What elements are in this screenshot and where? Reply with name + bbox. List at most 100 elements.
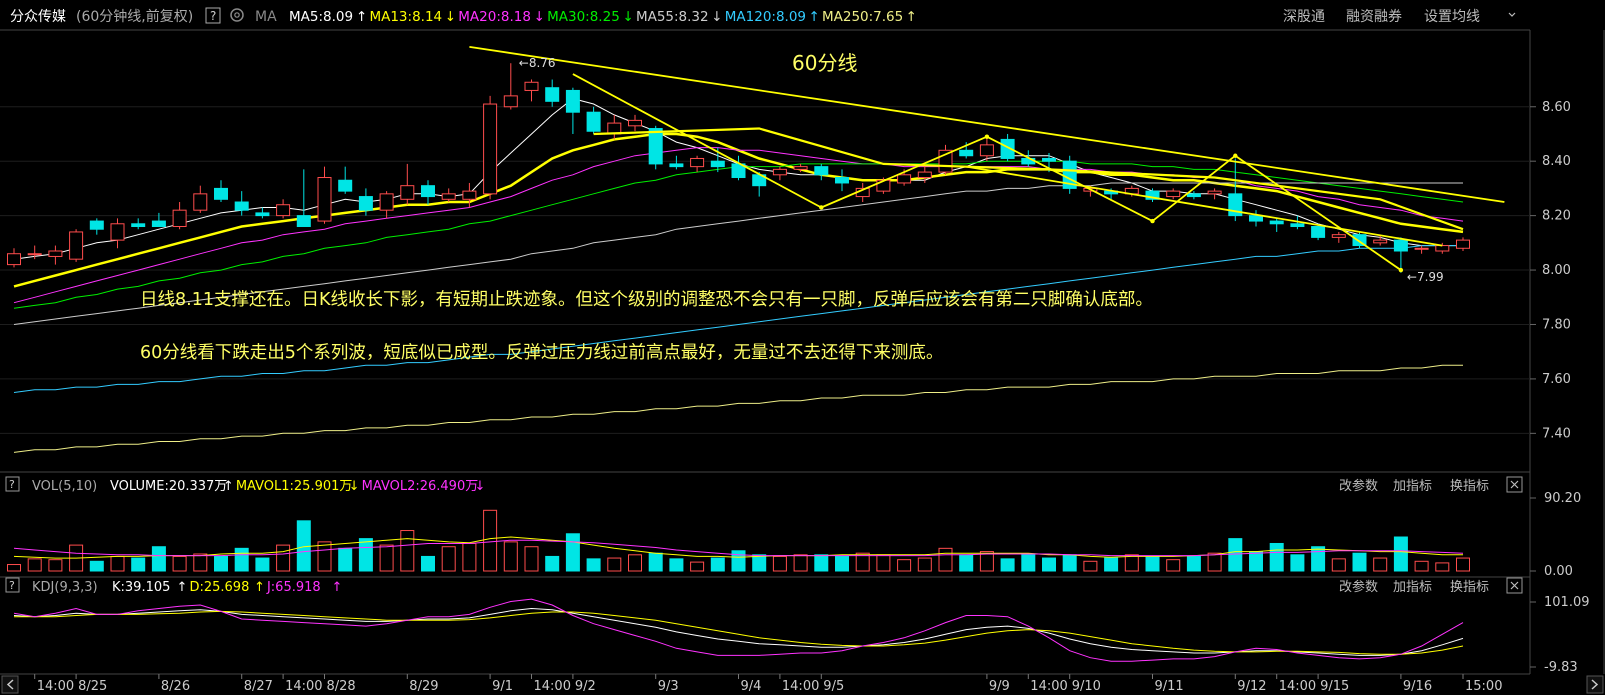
volume-bar-down — [1352, 552, 1367, 572]
volume-bar-down — [835, 555, 849, 572]
volume-bar-up — [110, 555, 125, 572]
candle-up — [110, 223, 125, 241]
stock-name[interactable]: 分众传媒 — [10, 9, 66, 25]
ma-label[interactable]: MA — [255, 9, 277, 25]
volume-bar-down — [710, 557, 725, 572]
volume-bar-down — [545, 555, 560, 572]
scroll-right-button[interactable] — [1586, 675, 1604, 694]
candle-up — [27, 253, 42, 256]
volume-bar-down — [234, 547, 249, 572]
volume-bar-down — [1145, 555, 1160, 572]
volume-bar-down — [648, 552, 663, 572]
candle-up — [276, 204, 291, 217]
volume-bar-up — [483, 509, 498, 572]
price-tick-label: 8.60 — [1542, 100, 1571, 115]
time-tick-label: 9/11 — [1155, 679, 1184, 694]
volume-bar-down — [1104, 557, 1119, 572]
indicator-arrow: ↓ — [475, 479, 486, 494]
kdj-change-params-button[interactable]: 改参数 — [1339, 579, 1378, 595]
candle-up — [379, 193, 394, 211]
period-info: (60分钟线,前复权) — [76, 8, 193, 25]
time-tick-label: 8/29 — [409, 679, 438, 694]
volume-bar-down — [731, 550, 746, 572]
indicator-value: MA13:8.14 — [369, 9, 442, 25]
volume-bar-down — [131, 557, 146, 572]
volume-bar-down — [814, 554, 829, 572]
volume-bar-down — [1042, 557, 1056, 572]
candle-up — [628, 119, 642, 127]
candle-up — [400, 185, 415, 200]
volume-bar-up — [1435, 562, 1450, 572]
help-icon-glyph: ? — [210, 9, 216, 23]
indicator-value: K:39.105 — [112, 580, 170, 595]
indicator-arrow: ↓ — [622, 9, 633, 25]
candle-down — [648, 128, 663, 165]
indicator-value: J:65.918 — [266, 580, 321, 595]
candle-up — [193, 193, 208, 211]
candle-up — [1414, 247, 1429, 250]
volume-bar-up — [772, 555, 787, 572]
candle-down — [1269, 220, 1284, 225]
indicator-value: MAVOL1:25.901万 — [236, 479, 353, 494]
link-ma-settings[interactable]: 设置均线 — [1424, 9, 1480, 25]
volume-bar-down — [214, 555, 228, 572]
time-tick-label: 14:00 — [782, 679, 819, 694]
candle-up — [1166, 190, 1181, 198]
volume-bar-up — [379, 544, 394, 572]
indicator-value: MA120:8.09 — [725, 9, 806, 25]
link-szt[interactable]: 深股通 — [1283, 9, 1325, 25]
high-price-mark: ←8.76 — [519, 56, 556, 70]
candle-up — [441, 193, 456, 200]
candle-down — [1042, 157, 1056, 162]
time-tick-label: 9/2 — [575, 679, 596, 694]
candle-up — [772, 168, 787, 176]
time-tick-label: 8/26 — [161, 679, 190, 694]
volume-bar-up — [1414, 560, 1429, 572]
vol-change-params-button[interactable]: 改参数 — [1339, 478, 1378, 494]
vol-tick-label: 0.00 — [1544, 564, 1573, 579]
kdj-add-indicator-button[interactable]: 加指标 — [1393, 580, 1432, 595]
price-tick-label: 7.60 — [1542, 372, 1571, 387]
time-tick-label: 9/12 — [1237, 679, 1266, 694]
candle-down — [89, 220, 104, 230]
volume-bar-up — [938, 547, 953, 572]
candle-up — [1435, 245, 1450, 252]
link-margin[interactable]: 融资融券 — [1346, 9, 1402, 25]
candle-down — [669, 163, 684, 168]
candle-down — [255, 212, 270, 217]
volume-bar-up — [1207, 552, 1222, 572]
scroll-left-button[interactable] — [1, 675, 19, 694]
indicator-value: MA55:8.32 — [636, 9, 709, 25]
volume-bar-up — [276, 544, 291, 572]
candle-up — [979, 144, 994, 157]
indicator-arrow: ↓ — [534, 9, 545, 25]
volume-bar-up — [1373, 557, 1388, 572]
price-tick-label: 8.20 — [1542, 209, 1571, 224]
volume-bar-up — [1124, 554, 1139, 572]
candle-up — [69, 231, 84, 260]
candle-down — [565, 89, 580, 113]
vol-indicator-name[interactable]: VOL(5,10) — [32, 479, 97, 494]
kdj-indicator-name[interactable]: KDJ(9,3,3) — [32, 580, 98, 595]
volume-bar-up — [1331, 558, 1346, 572]
vol-help-glyph: ? — [9, 478, 15, 491]
kdj-switch-indicator-button[interactable]: 换指标 — [1450, 580, 1489, 595]
time-tick-label: 14:00 — [37, 679, 74, 694]
time-tick-label: 8/25 — [78, 679, 107, 694]
volume-bar-up — [172, 555, 187, 572]
kdj-help-glyph: ? — [9, 579, 15, 592]
time-tick-label: 14:00 — [1030, 679, 1067, 694]
candle-down — [421, 185, 435, 198]
volume-bar-up — [400, 530, 415, 572]
volume-bar-up — [1083, 560, 1098, 572]
candle-down — [1290, 223, 1305, 228]
volume-bar-up — [503, 541, 518, 572]
wave-point — [1150, 218, 1155, 224]
vol-add-indicator-button[interactable]: 加指标 — [1393, 479, 1432, 494]
kdj-tick-label: -9.83 — [1544, 660, 1578, 675]
volume-bar-down — [1311, 546, 1326, 572]
candle-down — [959, 149, 974, 157]
candle-down — [586, 111, 601, 132]
vol-switch-indicator-button[interactable]: 换指标 — [1450, 479, 1489, 494]
time-tick-label: 14:00 — [1279, 679, 1316, 694]
